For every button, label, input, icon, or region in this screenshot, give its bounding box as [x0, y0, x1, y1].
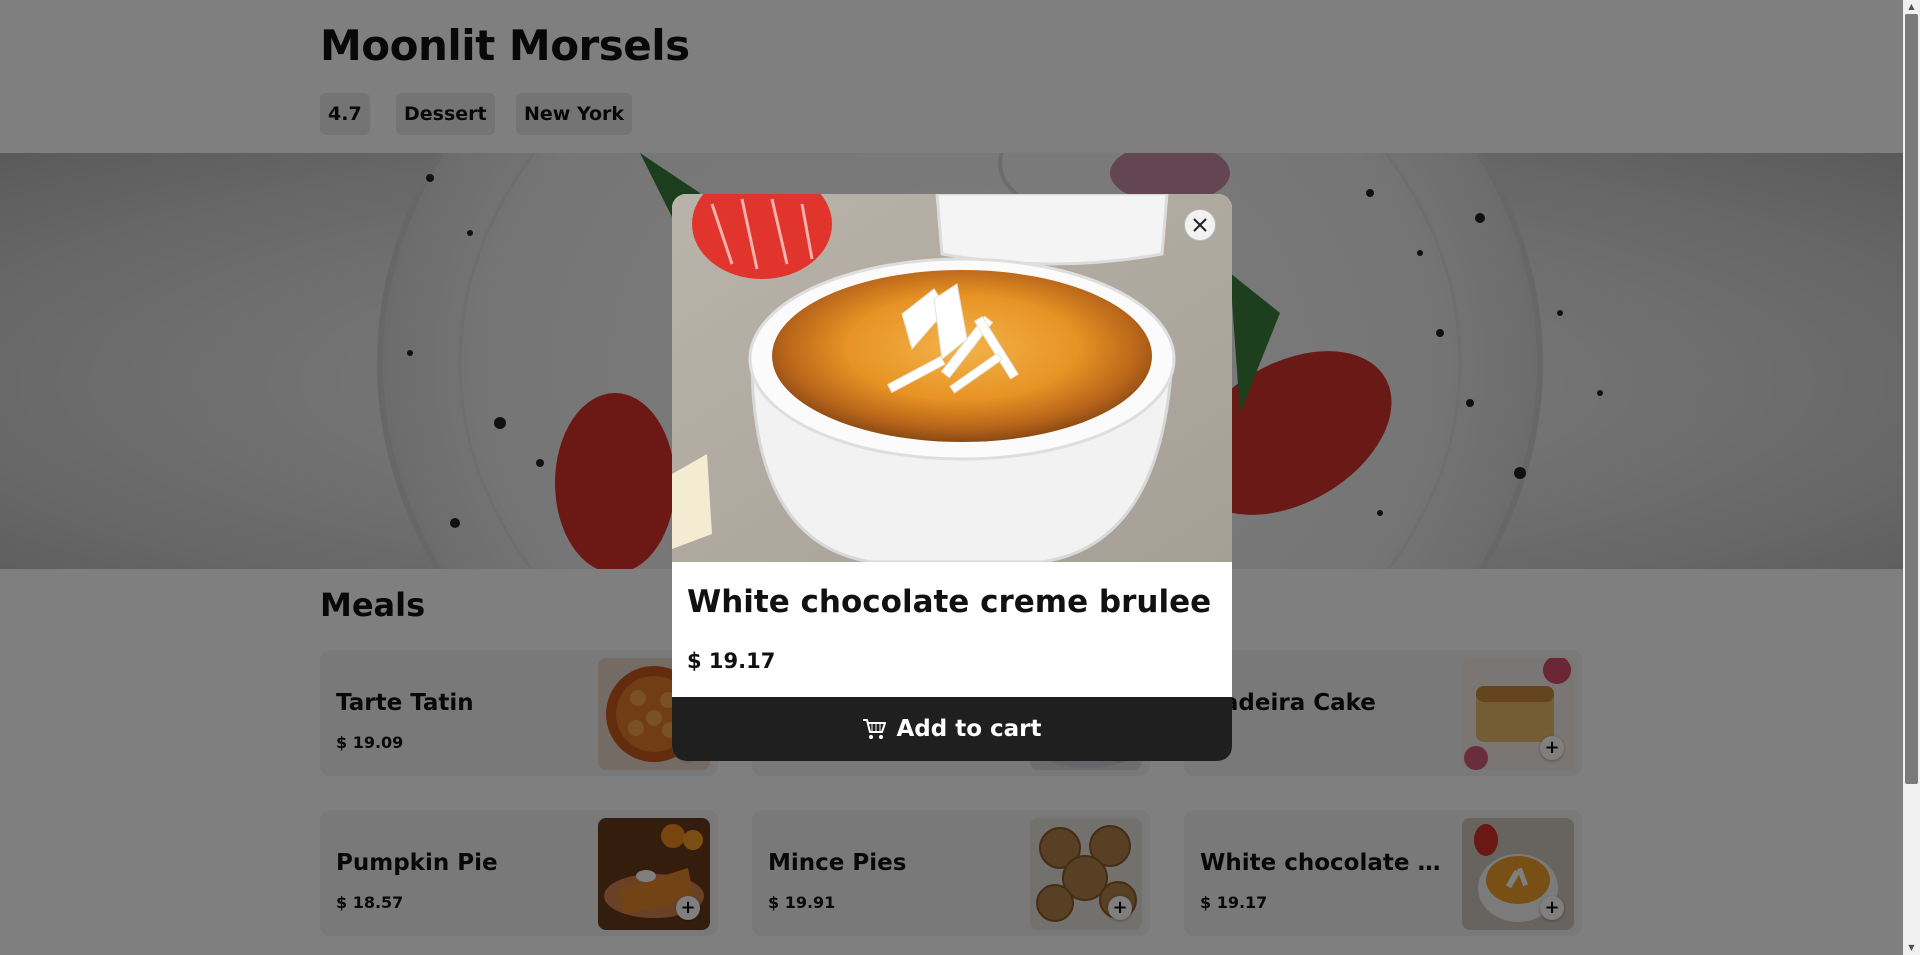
scrollbar-thumb[interactable]: [1905, 14, 1918, 784]
close-icon: [1193, 218, 1207, 232]
add-to-cart-label: Add to cart: [896, 716, 1042, 742]
shopping-cart-icon: [863, 719, 887, 739]
modal-item-title: White chocolate creme brulee: [687, 584, 1212, 620]
creme-brulee-photo: [672, 194, 1232, 562]
scroll-down-arrow-icon[interactable]: ▼: [1903, 941, 1920, 955]
close-button[interactable]: [1184, 209, 1216, 241]
item-detail-modal: White chocolate creme brulee $ 19.17 Add…: [672, 194, 1232, 761]
page-scrollbar[interactable]: ▲ ▼: [1903, 0, 1920, 955]
add-to-cart-modal-button[interactable]: Add to cart: [672, 697, 1232, 761]
scroll-up-arrow-icon[interactable]: ▲: [1903, 0, 1920, 14]
modal-item-price: $ 19.17: [687, 649, 776, 673]
modal-item-image: [672, 194, 1232, 562]
